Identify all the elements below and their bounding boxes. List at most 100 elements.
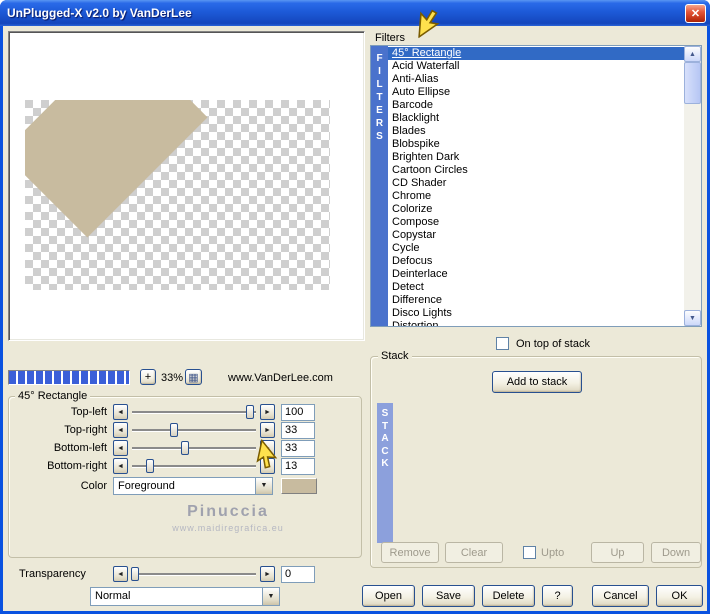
title-bar[interactable]: UnPlugged-X v2.0 by VanDerLee ✕	[0, 0, 710, 26]
dialog-client-area: + 33% ▦ www.VanDerLee.com 45° Rectangle …	[3, 26, 707, 611]
filter-item[interactable]: Defocus	[388, 255, 684, 268]
filter-item[interactable]: Blades	[388, 125, 684, 138]
remove-button[interactable]: Remove	[381, 542, 439, 563]
slider-value-input[interactable]: 33	[281, 439, 315, 457]
slider-thumb[interactable]	[146, 459, 155, 473]
slider-value-input[interactable]: 13	[281, 457, 315, 475]
filter-item[interactable]: Detect	[388, 281, 684, 294]
clear-button[interactable]: Clear	[445, 542, 503, 563]
window-title: UnPlugged-X v2.0 by VanDerLee	[7, 6, 192, 20]
slider-decrement-button[interactable]: ◄	[113, 440, 128, 456]
keypad-button[interactable]: ▦	[185, 369, 202, 385]
progress-bar	[8, 370, 130, 385]
slider-value-input[interactable]: 100	[281, 403, 315, 421]
parameters-group-title: 45° Rectangle	[15, 390, 91, 402]
upto-label: Upto	[541, 547, 565, 559]
slider-thumb[interactable]	[246, 405, 255, 419]
delete-button[interactable]: Delete	[482, 585, 535, 607]
transparency-decrement-button[interactable]: ◄	[113, 566, 128, 582]
filter-item[interactable]: Cartoon Circles	[388, 164, 684, 177]
filter-item[interactable]: Barcode	[388, 99, 684, 112]
transparency-track[interactable]	[130, 566, 258, 582]
slider-increment-button[interactable]: ►	[260, 440, 275, 456]
close-button[interactable]: ✕	[685, 3, 706, 23]
slider-increment-button[interactable]: ►	[260, 422, 275, 438]
transparency-value-input[interactable]: 0	[281, 565, 315, 583]
slider-row: Bottom-right ◄ ► 13	[11, 457, 359, 475]
filter-item[interactable]: Distortion	[388, 320, 684, 326]
down-button[interactable]: Down	[651, 542, 701, 563]
scrollbar-track[interactable]	[684, 62, 701, 310]
transparency-groove	[132, 573, 256, 575]
slider-thumb[interactable]	[181, 441, 190, 455]
filter-item[interactable]: Compose	[388, 216, 684, 229]
save-button[interactable]: Save	[422, 585, 475, 607]
filter-item[interactable]: Disco Lights	[388, 307, 684, 320]
slider-value-input[interactable]: 33	[281, 421, 315, 439]
stack-group: Add to stack STACK Remove Clear Upto Up …	[370, 356, 702, 568]
filter-item[interactable]: Cycle	[388, 242, 684, 255]
slider-decrement-button[interactable]: ◄	[113, 422, 128, 438]
filter-item[interactable]: CD Shader	[388, 177, 684, 190]
filter-item[interactable]: Brighten Dark	[388, 151, 684, 164]
color-combobox[interactable]: Foreground ▼	[113, 477, 273, 495]
filter-item[interactable]: Anti-Alias	[388, 73, 684, 86]
filter-item[interactable]: Difference	[388, 294, 684, 307]
stack-vertical-strip: STACK	[377, 403, 393, 543]
cancel-button[interactable]: Cancel	[592, 585, 649, 607]
vendor-link[interactable]: www.VanDerLee.com	[228, 372, 333, 384]
slider-increment-button[interactable]: ►	[260, 458, 275, 474]
slider-row: Top-left ◄ ► 100	[11, 403, 359, 421]
blend-mode-combobox[interactable]: Normal ▼	[90, 587, 280, 606]
filters-scrollbar[interactable]: ▲ ▼	[684, 46, 701, 326]
zoom-plus-button[interactable]: +	[140, 369, 156, 385]
slider-track[interactable]	[130, 458, 258, 474]
slider-label: Bottom-left	[53, 442, 107, 454]
stack-list[interactable]	[393, 403, 697, 543]
up-button[interactable]: Up	[591, 542, 644, 563]
transparency-thumb[interactable]	[131, 567, 140, 581]
scrollbar-thumb[interactable]	[684, 62, 701, 104]
blend-mode-value: Normal	[95, 590, 131, 602]
slider-track[interactable]	[130, 440, 258, 456]
transparency-label: Transparency	[19, 568, 86, 580]
scroll-up-button[interactable]: ▲	[684, 46, 701, 62]
slider-label: Top-left	[70, 406, 107, 418]
slider-decrement-button[interactable]: ◄	[113, 404, 128, 420]
filter-item[interactable]: Colorize	[388, 203, 684, 216]
filter-item[interactable]: Blacklight	[388, 112, 684, 125]
slider-label: Bottom-right	[47, 460, 107, 472]
slider-label: Top-right	[64, 424, 107, 436]
slider-increment-button[interactable]: ►	[260, 404, 275, 420]
filter-item[interactable]: Blobspike	[388, 138, 684, 151]
slider-track[interactable]	[130, 422, 258, 438]
open-button[interactable]: Open	[362, 585, 415, 607]
color-dropdown-button[interactable]: ▼	[255, 478, 272, 494]
slider-track[interactable]	[130, 404, 258, 420]
scroll-down-button[interactable]: ▼	[684, 310, 701, 326]
filters-list: 45° Rectangle Acid Waterfall Anti-Alias …	[388, 46, 684, 326]
slider-thumb[interactable]	[169, 423, 178, 437]
transparency-increment-button[interactable]: ►	[260, 566, 275, 582]
zoom-level: 33%	[161, 372, 184, 384]
filter-item[interactable]: Auto Ellipse	[388, 86, 684, 99]
add-to-stack-button[interactable]: Add to stack	[492, 371, 582, 393]
progress-fill	[9, 371, 129, 384]
filter-item[interactable]: Chrome	[388, 190, 684, 203]
transparency-row: Transparency ◄ ► 0	[11, 565, 359, 583]
filter-item[interactable]: Acid Waterfall	[388, 60, 684, 73]
filter-item[interactable]: Deinterlace	[388, 268, 684, 281]
slider-decrement-button[interactable]: ◄	[113, 458, 128, 474]
on-top-checkbox[interactable]	[496, 337, 509, 350]
blend-mode-dropdown-button[interactable]: ▼	[262, 588, 279, 605]
filter-item[interactable]: Copystar	[388, 229, 684, 242]
ok-button[interactable]: OK	[656, 585, 703, 607]
filters-vertical-strip: FILTERS	[371, 46, 388, 326]
color-swatch[interactable]	[281, 478, 317, 494]
watermark-name: Pinuccia	[187, 503, 269, 520]
filter-item[interactable]: 45° Rectangle	[388, 47, 684, 60]
upto-checkbox[interactable]	[523, 546, 536, 559]
close-icon: ✕	[690, 7, 701, 20]
slider-row: Top-right ◄ ► 33	[11, 421, 359, 439]
help-button[interactable]: ?	[542, 585, 573, 607]
